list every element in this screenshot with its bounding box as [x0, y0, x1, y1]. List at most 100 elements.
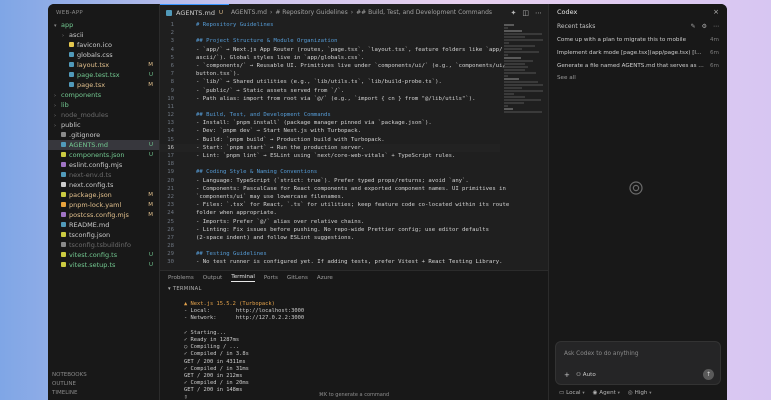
- see-all-link[interactable]: See all: [549, 72, 727, 84]
- folder-item[interactable]: › ascii: [48, 30, 159, 40]
- send-button[interactable]: ↑: [703, 369, 714, 380]
- file-item[interactable]: layout.tsx M: [48, 60, 159, 70]
- minimap-line: [504, 33, 543, 35]
- file-item[interactable]: tsconfig.json: [48, 230, 159, 240]
- task-item[interactable]: Come up with a plan to migrate this to m…: [549, 33, 727, 46]
- code-line[interactable]: 21 - Components: PascalCase for React com…: [160, 185, 506, 193]
- tab-terminal[interactable]: Terminal: [231, 274, 255, 282]
- sparkle-icon[interactable]: ✦: [511, 9, 517, 17]
- code-line[interactable]: 5 ascii/`). Global styles live in `app/gl…: [160, 54, 500, 62]
- file-item[interactable]: pnpm-lock.yaml M: [48, 200, 159, 210]
- code-line[interactable]: 7 button.tsx`).: [160, 70, 500, 78]
- section-notebooks[interactable]: NOTEBOOKS: [48, 371, 159, 380]
- settings-icon[interactable]: ⚙: [702, 23, 707, 30]
- folder-item[interactable]: › components: [48, 90, 159, 100]
- tab-problems[interactable]: Problems: [168, 275, 194, 281]
- code-line[interactable]: 28: [160, 242, 500, 250]
- line-text: - Path alias: import from root via `@/` …: [196, 95, 476, 102]
- folder-item[interactable]: › lib: [48, 100, 159, 110]
- more-icon[interactable]: ⋯: [713, 23, 719, 30]
- file-item[interactable]: vitest.config.ts U: [48, 250, 159, 260]
- agent-selector[interactable]: ◉ Agent ▾: [593, 390, 620, 396]
- section-timeline[interactable]: TIMELINE: [48, 389, 159, 398]
- line-text: - Components: PascalCase for React compo…: [196, 185, 506, 192]
- code-line[interactable]: 23 - Files: `.tsx` for React, `.ts` for u…: [160, 201, 509, 209]
- auto-toggle[interactable]: ⚇ Auto: [576, 372, 596, 378]
- file-item[interactable]: eslint.config.mjs: [48, 160, 159, 170]
- code-line[interactable]: 19 ## Coding Style & Naming Conventions: [160, 168, 500, 176]
- terminal-output[interactable]: ▲ Next.js 15.5.2 (Turbopack) - Local: htt…: [184, 301, 540, 400]
- breadcrumb-h2[interactable]: ## Build, Test, and Development Commands: [356, 9, 492, 16]
- folder-item[interactable]: ▾ app: [48, 20, 159, 30]
- code-line[interactable]: 17 - Lint: `pnpm lint` → ESLint using `ne…: [160, 152, 500, 160]
- code-editor[interactable]: 1 # Repository Guidelines 2 3 ## Project Str…: [160, 21, 509, 270]
- line-number: 5: [170, 54, 174, 61]
- folder-item[interactable]: › public: [48, 120, 159, 130]
- code-line[interactable]: 30 - No test runner is configured yet. If…: [160, 258, 502, 266]
- task-item[interactable]: Generate a file named AGENTS.md that ser…: [549, 59, 727, 72]
- minimap[interactable]: [504, 24, 544, 113]
- code-line[interactable]: 26 - Linting: Fix issues before pushing. …: [160, 226, 500, 234]
- code-line[interactable]: 3 ## Project Structure & Module Organizat…: [160, 37, 500, 45]
- tab-ports[interactable]: Ports: [264, 275, 278, 281]
- tab-agents-md[interactable]: AGENTS.md U: [160, 4, 229, 21]
- task-list: Come up with a plan to migrate this to m…: [549, 33, 727, 72]
- file-item[interactable]: next.config.ts: [48, 180, 159, 190]
- code-line[interactable]: 1 # Repository Guidelines: [160, 21, 500, 29]
- code-line[interactable]: 6 - `components/` → Reusable UI. Primitiv…: [160, 62, 506, 70]
- file-item[interactable]: postcss.config.mjs M: [48, 210, 159, 220]
- file-item[interactable]: tsconfig.tsbuildinfo: [48, 240, 159, 250]
- section-outline[interactable]: OUTLINE: [48, 380, 159, 389]
- tab-output[interactable]: Output: [203, 275, 222, 281]
- breadcrumb-file[interactable]: AGENTS.md: [231, 9, 267, 16]
- plus-icon[interactable]: +: [564, 371, 570, 379]
- file-item[interactable]: next-env.d.ts: [48, 170, 159, 180]
- code-line[interactable]: 10 - Path alias: import from root via `@/…: [160, 95, 500, 103]
- code-line[interactable]: 22 `components/ui` may use lowercase file…: [160, 193, 500, 201]
- code-line[interactable]: 8 - `lib/` → Shared utilities (e.g., `lib…: [160, 78, 500, 86]
- file-item[interactable]: globals.css: [48, 50, 159, 60]
- file-item[interactable]: favicon.ico: [48, 40, 159, 50]
- code-line[interactable]: 27 (2-space indent) and follow ESLint sug…: [160, 234, 500, 242]
- code-line[interactable]: 9 - `public/` → Static assets served from…: [160, 87, 500, 95]
- breadcrumb-h1[interactable]: # Repository Guidelines: [275, 9, 347, 16]
- file-item[interactable]: components.json U: [48, 150, 159, 160]
- local-selector[interactable]: ▭ Local ▾: [559, 390, 585, 396]
- split-editor-icon[interactable]: ◫: [522, 9, 529, 17]
- code-line[interactable]: 13 - Install: `pnpm install` (package man…: [160, 119, 500, 127]
- code-line[interactable]: 4 - `app/` → Next.js App Router (routes, …: [160, 46, 503, 54]
- tab-gitlens[interactable]: GitLens: [287, 275, 308, 281]
- code-line[interactable]: 15 - Build: `pnpm build` → Production bui…: [160, 136, 500, 144]
- file-item[interactable]: vitest.setup.ts U: [48, 260, 159, 270]
- composer-input[interactable]: Ask Codex to do anything: [564, 351, 639, 357]
- explorer-root[interactable]: WEB-APP: [48, 4, 159, 20]
- new-task-icon[interactable]: ✎: [691, 23, 696, 30]
- code-line[interactable]: 14 - Dev: `pnpm dev` → Start Next.js with…: [160, 127, 500, 135]
- code-line[interactable]: 24 folder when appropriate.: [160, 209, 500, 217]
- file-item[interactable]: page.test.tsx U: [48, 70, 159, 80]
- file-item[interactable]: AGENTS.md U: [48, 140, 159, 150]
- terminal-section-header[interactable]: ▾ TERMINAL: [160, 284, 548, 294]
- code-line[interactable]: 16 - Start: `pnpm start` → Run the produc…: [160, 143, 500, 152]
- task-item[interactable]: Implement dark mode [page.tsx](app/page.…: [549, 46, 727, 59]
- code-line[interactable]: 18: [160, 160, 500, 168]
- close-icon[interactable]: ×: [713, 8, 719, 16]
- minimap-line: [504, 69, 525, 71]
- code-line[interactable]: 11: [160, 103, 500, 111]
- file-item[interactable]: .gitignore: [48, 130, 159, 140]
- folder-item[interactable]: › node_modules: [48, 110, 159, 120]
- line-number: 20: [167, 177, 174, 184]
- line-number: 8: [170, 79, 174, 86]
- line-text: - Imports: Prefer `@/` alias over relati…: [196, 218, 365, 225]
- more-icon[interactable]: ⋯: [535, 9, 542, 17]
- code-line[interactable]: 2: [160, 29, 500, 37]
- file-item[interactable]: package.json M: [48, 190, 159, 200]
- tab-azure[interactable]: Azure: [317, 275, 333, 281]
- file-item[interactable]: page.tsx M: [48, 80, 159, 90]
- model-selector[interactable]: ◎ High ▾: [628, 390, 652, 396]
- code-line[interactable]: 29 ## Testing Guidelines: [160, 250, 500, 258]
- code-line[interactable]: 20 - Language: TypeScript (`strict: true`…: [160, 177, 500, 185]
- code-line[interactable]: 12 ## Build, Test, and Development Comman…: [160, 111, 500, 119]
- file-item[interactable]: README.md: [48, 220, 159, 230]
- code-line[interactable]: 25 - Imports: Prefer `@/` alias over rela…: [160, 218, 500, 226]
